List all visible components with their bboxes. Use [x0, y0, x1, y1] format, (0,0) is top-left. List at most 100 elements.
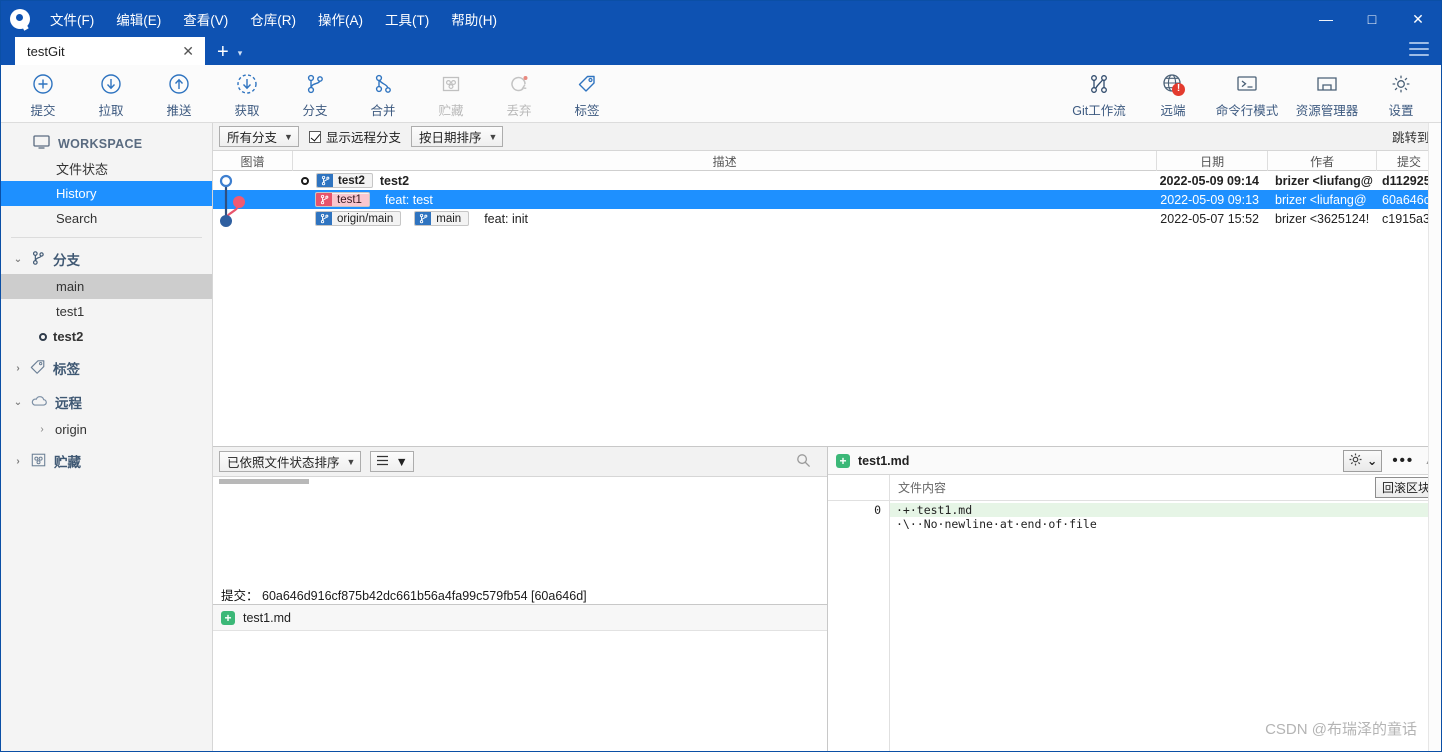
row-description-cell: origin/main main feat: init — [293, 211, 1158, 226]
file-sort-value: 已依照文件状态排序 — [227, 456, 340, 470]
diff-file-header: + test1.md ⌄ ••• ▲ — [828, 447, 1441, 475]
sidebar-group-tags[interactable]: › 标签 — [1, 353, 212, 383]
tab-testgit[interactable]: testGit ✕ — [15, 37, 205, 65]
tab-close-icon[interactable]: ✕ — [177, 44, 199, 58]
chevron-down-icon[interactable]: ⌄ — [13, 254, 23, 265]
sidebar-item-search[interactable]: Search — [1, 206, 212, 231]
changed-file-name: test1.md — [243, 610, 291, 625]
terminal-icon — [1234, 71, 1260, 97]
chevron-down-icon: ▼ — [284, 131, 293, 142]
row-date: 2022-05-09 09:14 — [1159, 173, 1259, 188]
diff-vertical-scrollbar[interactable] — [1428, 123, 1441, 751]
menu-actions[interactable]: 操作(A) — [307, 5, 374, 33]
diff-body: 0 ·+·test1.md ·\··No·newline·at·end·of·f… — [828, 123, 1441, 751]
close-icon[interactable]: ✕ — [1395, 1, 1441, 37]
pull-icon — [100, 71, 122, 97]
sort-order-dropdown[interactable]: 按日期排序 ▼ — [410, 126, 504, 147]
menu-file[interactable]: 文件(F) — [39, 5, 105, 33]
minimize-icon[interactable]: — — [1303, 1, 1349, 37]
show-remote-branches-checkbox[interactable]: 显示远程分支 — [308, 127, 401, 146]
push-button[interactable]: 推送 — [145, 69, 213, 119]
merge-button[interactable]: 合并 — [349, 69, 417, 119]
file-sort-dropdown[interactable]: 已依照文件状态排序 ▼ — [219, 451, 362, 472]
sidebar-remote-origin[interactable]: › origin — [1, 417, 212, 442]
menu-edit[interactable]: 编辑(E) — [105, 5, 172, 33]
fetch-button[interactable]: 获取 — [213, 69, 281, 119]
chevron-right-icon-origin[interactable]: › — [37, 424, 47, 435]
menu-tools[interactable]: 工具(T) — [374, 5, 440, 33]
branch-filter-dropdown[interactable]: 所有分支 ▼ — [219, 126, 299, 147]
ref-tag[interactable]: test2 — [316, 173, 373, 188]
row-description: test2 — [379, 173, 410, 188]
settings-button[interactable]: 设置 — [1367, 69, 1435, 119]
search-icon[interactable] — [796, 453, 811, 471]
sidebar-group-stashes[interactable]: › 贮藏 — [1, 446, 212, 476]
table-row[interactable]: test2 test2 2022-05-09 09:14 brizer <liu… — [213, 171, 1441, 190]
more-options-icon[interactable]: ••• — [1392, 453, 1414, 468]
column-graph[interactable]: 图谱 — [213, 151, 293, 171]
body: WORKSPACE 文件状态 History Search ⌄ 分支 main … — [1, 123, 1441, 751]
window-controls: — □ ✕ — [1303, 1, 1441, 37]
diff-settings-button[interactable]: ⌄ — [1342, 449, 1383, 472]
remote-button[interactable]: ! 远端 — [1139, 69, 1207, 119]
row-description-cell: test2 test2 — [293, 173, 1158, 188]
workspace-header: WORKSPACE — [1, 131, 212, 156]
menu-help[interactable]: 帮助(H) — [440, 5, 508, 33]
hamburger-menu-icon[interactable] — [1409, 42, 1429, 60]
sidebar-item-history[interactable]: History — [1, 181, 212, 206]
sidebar-item-file-status[interactable]: 文件状态 — [1, 156, 212, 181]
sidebar-branch-main[interactable]: main — [1, 274, 212, 299]
sidebar-branch-test1[interactable]: test1 — [1, 299, 212, 324]
commit-list[interactable]: test2 test2 2022-05-09 09:14 brizer <liu… — [213, 171, 1441, 446]
ref-tag[interactable]: test1 — [315, 192, 370, 207]
table-row[interactable]: origin/main main feat: init 2022-05-07 1… — [213, 209, 1441, 228]
column-author[interactable]: 作者 — [1268, 151, 1378, 171]
discard-button[interactable]: 丢弃 — [485, 69, 553, 119]
sidebar-group-branches[interactable]: ⌄ 分支 — [1, 244, 212, 274]
diff-panel: + test1.md ⌄ ••• ▲ — [828, 123, 1441, 751]
gitflow-button[interactable]: Git工作流 — [1059, 69, 1139, 119]
view-mode-dropdown[interactable]: ▼ — [370, 451, 414, 472]
maximize-icon[interactable]: □ — [1349, 1, 1395, 37]
stash-button[interactable]: 贮藏 — [417, 69, 485, 119]
current-branch-icon — [39, 332, 47, 341]
column-description[interactable]: 描述 — [293, 151, 1158, 171]
chevron-down-icon: ▼ — [488, 131, 498, 142]
table-row[interactable]: test1 feat: test 2022-05-09 09:13 brizer… — [213, 190, 1441, 209]
menu-view[interactable]: 查看(V) — [172, 5, 239, 33]
sidebar-group-remotes[interactable]: ⌄ 远程 — [1, 387, 212, 417]
app-window: 文件(F) 编辑(E) 查看(V) 仓库(R) 操作(A) 工具(T) 帮助(H… — [0, 0, 1442, 752]
pull-button[interactable]: 拉取 — [77, 69, 145, 119]
branch-filter-value: 所有分支 — [227, 131, 278, 145]
discard-label: 丢弃 — [506, 103, 532, 118]
branch-button[interactable]: 分支 — [281, 69, 349, 119]
remote-alert-badge: ! — [1172, 82, 1185, 96]
branch-label: 分支 — [302, 103, 328, 118]
chevron-right-icon-stashes[interactable]: › — [13, 456, 23, 467]
sidebar-branch-test2[interactable]: test2 — [1, 324, 212, 349]
explorer-button[interactable]: 资源管理器 — [1287, 69, 1367, 119]
horizontal-scrollbar-thumb[interactable] — [219, 479, 309, 484]
new-tab-icon[interactable]: + — [205, 42, 238, 65]
chevron-right-icon[interactable]: › — [13, 363, 23, 374]
explorer-label: 资源管理器 — [1295, 103, 1359, 118]
commit-button[interactable]: 提交 — [9, 69, 77, 119]
diff-line-context: ·\··No·newline·at·end·of·file — [896, 517, 1097, 531]
menu-repository[interactable]: 仓库(R) — [239, 5, 307, 33]
diff-line-content[interactable]: ·+·test1.md ·\··No·newline·at·end·of·fil… — [890, 501, 1441, 751]
sidebar: WORKSPACE 文件状态 History Search ⌄ 分支 main … — [1, 123, 213, 751]
sidebar-branch-test2-label: test2 — [53, 329, 84, 344]
checkbox-icon[interactable] — [308, 130, 321, 143]
tag-button[interactable]: 标签 — [553, 69, 621, 119]
commit-table-header: 图谱 描述 日期 作者 提交 — [213, 151, 1441, 171]
terminal-button[interactable]: 命令行模式 — [1207, 69, 1287, 119]
stashes-label: 贮藏 — [54, 455, 81, 470]
chevron-down-icon-remotes[interactable]: ⌄ — [13, 397, 23, 408]
row-graph-cell — [213, 171, 293, 190]
column-date[interactable]: 日期 — [1157, 151, 1269, 171]
changed-file-row[interactable]: + test1.md — [213, 604, 827, 630]
ref-tag[interactable]: origin/main — [315, 211, 402, 226]
ref-tag[interactable]: main — [414, 211, 470, 226]
tab-dropdown-icon[interactable]: ▾ — [238, 48, 249, 65]
diff-content-header: 文件内容 回滚区块 — [828, 474, 1441, 501]
